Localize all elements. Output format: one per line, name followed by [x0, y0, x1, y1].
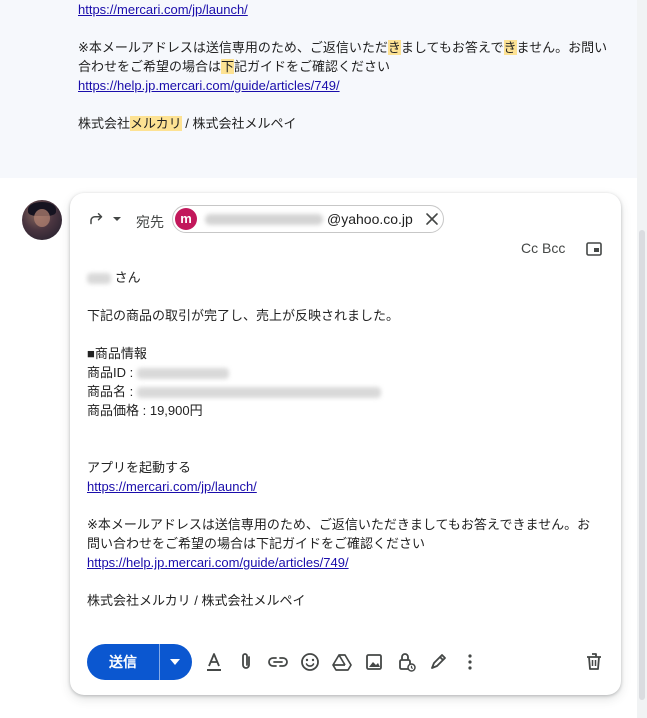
launch-app-text: アプリを起動する: [87, 460, 192, 475]
notice-line2: 問い合わせをご希望の場合は下記ガイドをご確認ください: [87, 536, 426, 551]
recipient-avatar: m: [175, 208, 197, 230]
launch-link[interactable]: https://mercari.com/jp/launch/: [87, 479, 257, 494]
quoted-notice-line1: ※本メールアドレスは送信専用のため、ご返信いただきましてもお答えできません。お問…: [78, 40, 608, 55]
greeting: さん: [87, 268, 597, 287]
redacted-recipient-name: [87, 273, 111, 285]
company-signature: 株式会社メルカリ / 株式会社メルペイ: [87, 593, 306, 608]
confidential-mode-icon[interactable]: [394, 650, 418, 674]
product-info-heading: ■商品情報: [87, 346, 147, 361]
notice-line1: ※本メールアドレスは送信専用のため、ご返信いただきましてもお答えできません。お: [87, 517, 591, 532]
more-options-icon[interactable]: [458, 650, 482, 674]
chevron-down-icon: [170, 659, 180, 665]
help-link[interactable]: https://help.jp.mercari.com/guide/articl…: [87, 555, 349, 570]
redacted-product-name: [136, 387, 381, 399]
quoted-launch-link[interactable]: https://mercari.com/jp/launch/: [78, 2, 248, 17]
scrollbar[interactable]: [637, 0, 647, 718]
signature-icon[interactable]: [426, 650, 450, 674]
quoted-help-link[interactable]: https://help.jp.mercari.com/guide/articl…: [78, 78, 340, 93]
formatting-icon[interactable]: [202, 650, 226, 674]
to-label: 宛先: [136, 214, 164, 230]
remove-recipient-icon[interactable]: [425, 212, 439, 231]
reply-type-selector[interactable]: [88, 210, 122, 228]
recipient-redacted-name: [205, 214, 323, 225]
user-avatar[interactable]: [22, 200, 62, 240]
photo-icon[interactable]: [362, 650, 386, 674]
send-button[interactable]: 送信: [87, 644, 159, 680]
transaction-complete-text: 下記の商品の取引が完了し、売上が反映されました。: [87, 308, 400, 323]
compose-toolbar: 送信: [87, 644, 607, 680]
popout-icon[interactable]: [586, 242, 602, 261]
drive-icon[interactable]: [330, 650, 354, 674]
send-options-button[interactable]: [160, 644, 192, 680]
product-id-line: 商品ID :: [87, 363, 597, 382]
discard-icon[interactable]: [582, 650, 606, 674]
link-icon[interactable]: [266, 650, 290, 674]
scrollbar-thumb[interactable]: [639, 230, 645, 700]
quoted-message: https://mercari.com/jp/launch/ ※本メールアドレス…: [78, 0, 638, 133]
send-button-group: 送信: [87, 644, 192, 680]
cc-bcc-button[interactable]: Cc Bcc: [521, 240, 565, 256]
emoji-icon[interactable]: [298, 650, 322, 674]
quoted-company: 株式会社メルカリ / 株式会社メルペイ: [78, 116, 297, 131]
redacted-product-id: [136, 368, 229, 380]
message-body[interactable]: さん 下記の商品の取引が完了し、売上が反映されました。 ■商品情報 商品ID :…: [87, 268, 597, 610]
reply-compose: 宛先 m @yahoo.co.jp Cc Bcc さん 下記の商品の取引が完了し…: [70, 193, 621, 695]
attach-icon[interactable]: [234, 650, 258, 674]
forward-arrow-icon: [88, 210, 106, 228]
dropdown-arrow-icon: [112, 214, 122, 224]
product-price-line: 商品価格 : 19,900円: [87, 403, 203, 418]
product-name-line: 商品名 :: [87, 382, 597, 401]
recipient-chip[interactable]: m @yahoo.co.jp: [172, 205, 444, 233]
quoted-notice-line2: 合わせをご希望の場合は下記ガイドをご確認ください: [78, 59, 391, 74]
recipient-domain: @yahoo.co.jp: [327, 211, 413, 227]
